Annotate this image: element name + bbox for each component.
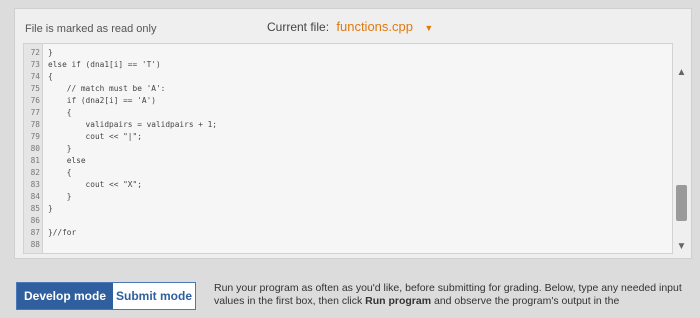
line-code[interactable]: cout << "X"; — [48, 179, 142, 191]
line-number: 73 — [30, 60, 40, 69]
line-number: 88 — [30, 240, 40, 249]
line-code[interactable]: } — [48, 47, 53, 59]
code-line[interactable]: 73 else if (dna1[i] == 'T') — [24, 59, 672, 71]
line-code[interactable]: cout << "|"; — [48, 131, 142, 143]
code-line[interactable]: 75 // match must be 'A': — [24, 83, 672, 95]
current-file-name[interactable]: functions.cpp — [336, 19, 413, 34]
line-code[interactable]: }//for — [48, 227, 76, 239]
code-editor[interactable]: 72} 73 else if (dna1[i] == 'T') 74{75 // ma… — [23, 43, 673, 254]
line-number: 76 — [30, 96, 40, 105]
line-code[interactable]: else if (dna1[i] == 'T') — [48, 59, 161, 71]
line-number: 89 — [26, 251, 40, 253]
code-line[interactable]: 84 } — [24, 191, 672, 203]
line-number: 78 — [30, 120, 40, 129]
code-line[interactable]: 81 else — [24, 155, 672, 167]
line-number: 72 — [30, 48, 40, 57]
vertical-scrollbar[interactable]: ▲ ▼ — [675, 49, 688, 252]
code-line[interactable]: 76 if (dna2[i] == 'A') — [24, 95, 672, 107]
line-code[interactable]: { — [48, 71, 53, 83]
line-code[interactable]: } — [48, 143, 72, 155]
code-line[interactable]: 87 }//for — [24, 227, 672, 239]
code-line[interactable]: 74 { — [24, 71, 672, 83]
line-number: 86 — [30, 216, 40, 225]
line-code[interactable]: } — [48, 191, 72, 203]
line-number: 75 — [30, 84, 40, 93]
line-code[interactable]: { — [48, 107, 72, 119]
code-line[interactable]: 79 cout << "|"; — [24, 131, 672, 143]
line-number: 87 — [30, 228, 40, 237]
line-code[interactable]: cout << endl; — [48, 251, 109, 253]
code-line[interactable]: 80 } — [24, 143, 672, 155]
code-line[interactable]: 82 { — [24, 167, 672, 179]
develop-mode-tab[interactable]: Develop mode — [17, 283, 113, 309]
current-file-label: Current file: — [267, 20, 330, 34]
run-program-label: Run program — [365, 295, 432, 307]
code-line[interactable]: 86 — [24, 215, 672, 227]
line-code[interactable]: // match must be 'A': — [48, 83, 166, 95]
code-line[interactable]: 85} — [24, 203, 672, 215]
line-code[interactable]: else — [48, 155, 86, 167]
line-code[interactable]: if (dna2[i] == 'A') — [48, 95, 156, 107]
chevron-down-icon[interactable]: ▼ — [424, 23, 433, 33]
mode-tabs: Develop mode Submit mode — [16, 282, 196, 310]
code-line[interactable]: 83 cout << "X"; — [24, 179, 672, 191]
line-number: 74 — [30, 72, 40, 81]
line-number: 83 — [30, 180, 40, 189]
line-number: 81 — [30, 156, 40, 165]
line-number: 79 — [30, 132, 40, 141]
code-line[interactable]: 77 { — [24, 107, 672, 119]
instructions-text: Run your program as often as you'd like,… — [214, 282, 694, 308]
instructions-part2: and observe the program's output in the — [431, 295, 620, 307]
readonly-notice: File is marked as read only — [25, 23, 157, 35]
code-line[interactable]: 89 cout << endl; — [24, 251, 672, 253]
line-code[interactable]: } — [48, 203, 53, 215]
code-line[interactable]: 88 — [24, 239, 672, 251]
line-code[interactable]: { — [48, 167, 72, 179]
line-number: 85 — [30, 204, 40, 213]
scroll-up-icon[interactable]: ▲ — [675, 67, 688, 78]
line-number: 84 — [30, 192, 40, 201]
scroll-down-icon[interactable]: ▼ — [675, 241, 688, 252]
submit-mode-tab[interactable]: Submit mode — [113, 283, 195, 309]
line-number: 77 — [30, 108, 40, 117]
file-panel: File is marked as read only Current file… — [14, 8, 692, 259]
line-number: 80 — [30, 144, 40, 153]
code-line[interactable]: 78 validpairs = validpairs + 1; — [24, 119, 672, 131]
scrollbar-thumb[interactable] — [676, 185, 687, 221]
code-line[interactable]: 72} — [24, 47, 672, 59]
file-header: File is marked as read only Current file… — [15, 9, 691, 43]
line-code[interactable]: validpairs = validpairs + 1; — [48, 119, 217, 131]
line-number: 82 — [30, 168, 40, 177]
current-file-selector[interactable]: Current file: functions.cpp ▼ — [267, 19, 433, 34]
